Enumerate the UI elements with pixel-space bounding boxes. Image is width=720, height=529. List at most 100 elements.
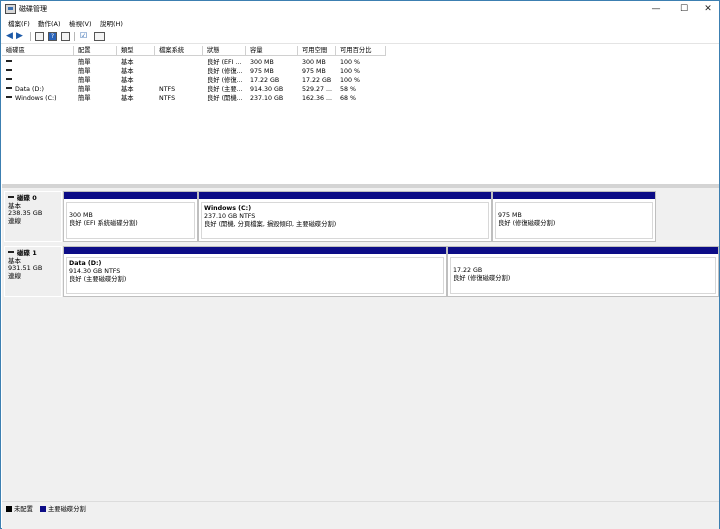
filesystem-cell: NTFS xyxy=(159,86,176,93)
filesystem-cell xyxy=(159,76,203,85)
partition-name: Data (D:) xyxy=(69,260,102,267)
toolbar-separator xyxy=(74,32,75,41)
table-row[interactable]: 簡單 基本 良好 (修復... 17.22 GB 17.22 GB 100 % xyxy=(2,76,386,85)
partition-status: 良好 (主要磁碟分割) xyxy=(69,276,127,283)
column-header-capacity[interactable]: 容量 xyxy=(246,46,298,56)
partition-type-bar xyxy=(64,192,197,199)
status-cell: 良好 (主要... xyxy=(207,86,243,93)
minimize-button[interactable]: — xyxy=(642,1,670,17)
legend-unallocated: 未配置 xyxy=(6,505,33,514)
partition-size: 237.10 GB NTFS xyxy=(204,213,256,220)
volume-cell xyxy=(6,58,74,67)
forward-arrow-icon[interactable]: ▶ xyxy=(16,31,23,41)
column-header-type[interactable]: 類型 xyxy=(117,46,155,56)
status-cell: 良好 (修復... xyxy=(207,77,243,84)
help-book-icon[interactable] xyxy=(61,32,70,41)
partition-status: 良好 (EFI 系統磁碟分割) xyxy=(69,220,138,227)
volume-icon xyxy=(6,87,12,89)
layout-cell: 簡單 xyxy=(78,77,91,84)
column-header-status[interactable]: 狀態 xyxy=(203,46,246,56)
partition-info: 300 MB 良好 (EFI 系統磁碟分割) xyxy=(66,202,195,239)
toolbar: ◀ ▶ ? ☑ xyxy=(1,29,719,44)
capacity-cell: 914.30 GB xyxy=(250,86,284,93)
volume-cell: Windows (C:) xyxy=(6,94,74,103)
table-row[interactable]: 簡單 基本 良好 (修復... 975 MB 975 MB 100 % xyxy=(2,67,386,76)
layout-cell: 簡單 xyxy=(78,59,91,66)
free-space-cell: 975 MB xyxy=(302,68,326,75)
free-space-cell: 17.22 GB xyxy=(302,77,332,84)
partition-recovery-0[interactable]: 975 MB 良好 (修復磁碟分割) xyxy=(492,191,656,242)
disk-status: 連線 xyxy=(8,216,21,225)
volume-cell: Data (D:) xyxy=(6,85,74,94)
table-row[interactable]: 簡單 基本 良好 (EFI ... 300 MB 300 MB 100 % xyxy=(2,58,386,67)
table-row[interactable]: Windows (C:) 簡單 基本 NTFS 良好 (開機... 237.10… xyxy=(2,94,386,103)
volume-list: 磁碟區 配置 類型 檔案系統 狀態 容量 可用空間 可用百分比 簡單 基本 良好… xyxy=(2,46,719,184)
title-bar: 磁碟管理 — ☐ ✕ xyxy=(1,1,719,17)
filesystem-cell xyxy=(159,67,203,76)
partition-size: 914.30 GB NTFS xyxy=(69,268,121,275)
disk-label-0[interactable]: 磁碟 0 基本 238.35 GB 連線 xyxy=(4,191,62,242)
layout-cell: 簡單 xyxy=(78,68,91,75)
legend-swatch xyxy=(6,505,12,512)
back-arrow-icon[interactable]: ◀ xyxy=(6,31,13,41)
menu-help[interactable]: 說明(H) xyxy=(100,18,123,28)
legend-bar: 未配置 主要磁碟分割 xyxy=(2,501,719,529)
status-cell: 良好 (修復... xyxy=(207,68,243,75)
partition-type-bar xyxy=(199,192,491,199)
column-header-filesystem[interactable]: 檔案系統 xyxy=(155,46,203,56)
table-row[interactable]: Data (D:) 簡單 基本 NTFS 良好 (主要... 914.30 GB… xyxy=(2,85,386,94)
free-space-cell: 300 MB xyxy=(302,59,326,66)
layout-cell: 簡單 xyxy=(78,95,91,102)
type-cell: 基本 xyxy=(121,68,134,75)
volume-icon xyxy=(6,78,12,80)
percent-free-cell: 100 % xyxy=(340,59,361,66)
disk-status: 連線 xyxy=(8,271,21,280)
menu-file[interactable]: 檔案(F) xyxy=(8,18,30,28)
type-cell: 基本 xyxy=(121,59,134,66)
disk-management-window: 磁碟管理 — ☐ ✕ 檔案(F) 動作(A) 檢視(V) 說明(H) ◀ ▶ ?… xyxy=(0,0,720,529)
volume-icon xyxy=(6,96,12,98)
partition-type-bar xyxy=(64,247,446,254)
settings-icon[interactable] xyxy=(94,32,105,41)
legend-primary-partition: 主要磁碟分割 xyxy=(40,505,86,514)
partition-type-bar xyxy=(493,192,655,199)
partition-type-bar xyxy=(448,247,718,254)
partition-info: 17.22 GB 良好 (修復磁碟分割) xyxy=(450,257,716,294)
column-header-percent-free[interactable]: 可用百分比 xyxy=(336,46,386,56)
column-header-layout[interactable]: 配置 xyxy=(74,46,117,56)
partition-data-d[interactable]: Data (D:) 914.30 GB NTFS 良好 (主要磁碟分割) xyxy=(63,246,447,297)
disk-label-1[interactable]: 磁碟 1 基本 931.51 GB 連線 xyxy=(4,246,62,297)
partition-windows-c[interactable]: Windows (C:) 237.10 GB NTFS 良好 (開機, 分頁檔案… xyxy=(198,191,492,242)
properties-icon[interactable] xyxy=(35,32,44,41)
volume-icon xyxy=(6,69,12,71)
column-header-free-space[interactable]: 可用空間 xyxy=(298,46,336,56)
partition-info: Data (D:) 914.30 GB NTFS 良好 (主要磁碟分割) xyxy=(66,257,444,294)
type-cell: 基本 xyxy=(121,86,134,93)
filesystem-cell: NTFS xyxy=(159,95,176,102)
rescan-icon[interactable]: ☑ xyxy=(80,32,87,40)
partition-recovery-1[interactable]: 17.22 GB 良好 (修復磁碟分割) xyxy=(447,246,719,297)
partition-size: 17.22 GB xyxy=(453,267,483,274)
partition-status: 良好 (修復磁碟分割) xyxy=(453,275,511,282)
partition-status: 良好 (開機, 分頁檔案, 損毀傾印, 主要磁碟分割) xyxy=(204,221,337,228)
free-space-cell: 162.36 ... xyxy=(302,95,333,102)
help-icon[interactable]: ? xyxy=(48,32,57,41)
free-space-cell: 529.27 ... xyxy=(302,86,333,93)
menu-action[interactable]: 動作(A) xyxy=(38,18,61,28)
type-cell: 基本 xyxy=(121,95,134,102)
toolbar-separator xyxy=(30,32,31,41)
volume-icon xyxy=(6,60,12,62)
capacity-cell: 300 MB xyxy=(250,59,274,66)
partition-info: Windows (C:) 237.10 GB NTFS 良好 (開機, 分頁檔案… xyxy=(201,202,489,239)
column-header-volume[interactable]: 磁碟區 xyxy=(2,46,74,56)
status-cell: 良好 (EFI ... xyxy=(207,59,242,66)
menu-view[interactable]: 檢視(V) xyxy=(69,18,92,28)
disk-management-icon xyxy=(5,4,16,14)
disk-icon xyxy=(8,251,14,253)
disk-partitions-1: Data (D:) 914.30 GB NTFS 良好 (主要磁碟分割) 17.… xyxy=(63,246,719,297)
disk-view: 磁碟 0 基本 238.35 GB 連線 300 MB 良好 (EFI 系統磁碟… xyxy=(2,188,719,501)
close-button[interactable]: ✕ xyxy=(694,1,720,17)
partition-efi[interactable]: 300 MB 良好 (EFI 系統磁碟分割) xyxy=(63,191,198,242)
partition-size: 975 MB xyxy=(498,212,522,219)
percent-free-cell: 100 % xyxy=(340,77,361,84)
